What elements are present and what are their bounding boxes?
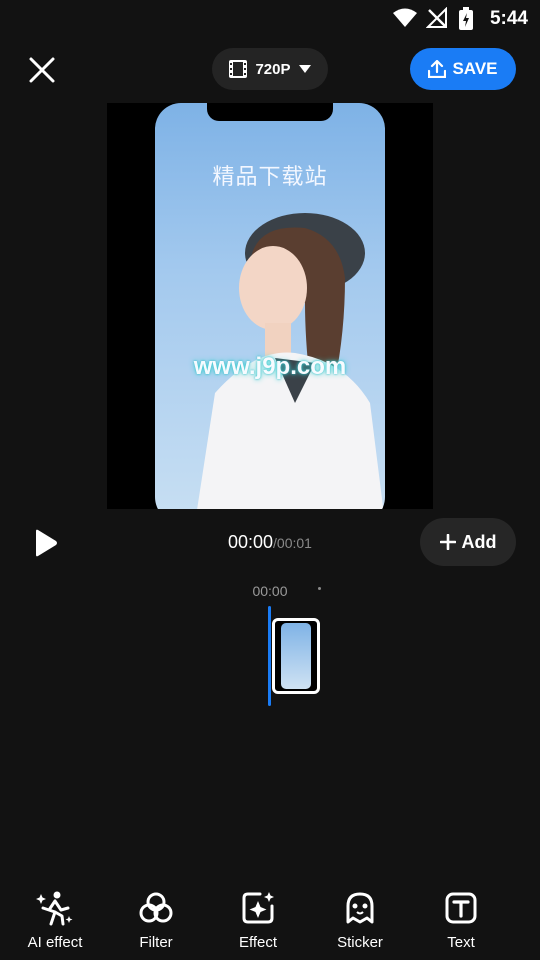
resolution-label: 720P bbox=[255, 60, 291, 78]
tool-ai-effect[interactable]: AI effect bbox=[10, 888, 100, 958]
add-clip-button[interactable]: Add bbox=[420, 518, 516, 566]
tool-filter[interactable]: Filter bbox=[111, 888, 201, 958]
play-icon[interactable] bbox=[30, 528, 60, 558]
clock: 5:44 bbox=[489, 8, 528, 29]
film-icon bbox=[229, 60, 248, 78]
tool-label: Effect bbox=[238, 934, 278, 951]
wifi-icon bbox=[393, 8, 417, 27]
plus-icon bbox=[439, 534, 456, 550]
filter-icon bbox=[139, 892, 173, 923]
add-label: Add bbox=[461, 531, 497, 552]
tool-label: Filter bbox=[139, 934, 173, 951]
close-icon[interactable] bbox=[26, 54, 58, 86]
text-icon bbox=[445, 892, 477, 924]
resolution-selector[interactable]: 720P bbox=[212, 48, 328, 90]
status-bar: 5:44 bbox=[0, 0, 540, 36]
save-label: SAVE bbox=[452, 59, 498, 78]
current-time: 00:00 bbox=[228, 532, 274, 552]
tool-text[interactable]: Text bbox=[416, 888, 506, 958]
ai-effect-icon bbox=[36, 891, 73, 926]
tool-sticker[interactable]: Sticker bbox=[315, 888, 405, 958]
signal-off-icon bbox=[426, 7, 447, 28]
save-button[interactable]: SAVE bbox=[410, 48, 516, 90]
video-preview[interactable]: 精品下载站 www.j9p.com bbox=[107, 103, 433, 509]
tool-label: Sticker bbox=[337, 934, 383, 951]
effect-icon bbox=[242, 892, 274, 924]
preview-frame: 精品下载站 www.j9p.com bbox=[155, 103, 385, 509]
tool-label: AI effect bbox=[27, 934, 83, 951]
overlay-title: 精品下载站 bbox=[212, 164, 328, 189]
caret-down-icon bbox=[298, 65, 311, 73]
timeline-clip[interactable] bbox=[272, 618, 320, 694]
timeline-ruler-time: 00:00 bbox=[252, 583, 288, 599]
tool-label: Text bbox=[447, 934, 475, 951]
battery-charging-icon bbox=[459, 7, 473, 30]
timecode: 00:00/00:01 bbox=[200, 532, 340, 553]
playhead[interactable] bbox=[268, 606, 271, 706]
sticker-icon bbox=[346, 892, 374, 924]
clip-thumbnail bbox=[281, 623, 311, 689]
timeline-tick bbox=[318, 587, 321, 590]
upload-icon bbox=[428, 60, 447, 78]
total-time: /00:01 bbox=[273, 535, 312, 551]
tool-effect[interactable]: Effect bbox=[213, 888, 303, 958]
overlay-url: www.j9p.com bbox=[193, 353, 347, 380]
